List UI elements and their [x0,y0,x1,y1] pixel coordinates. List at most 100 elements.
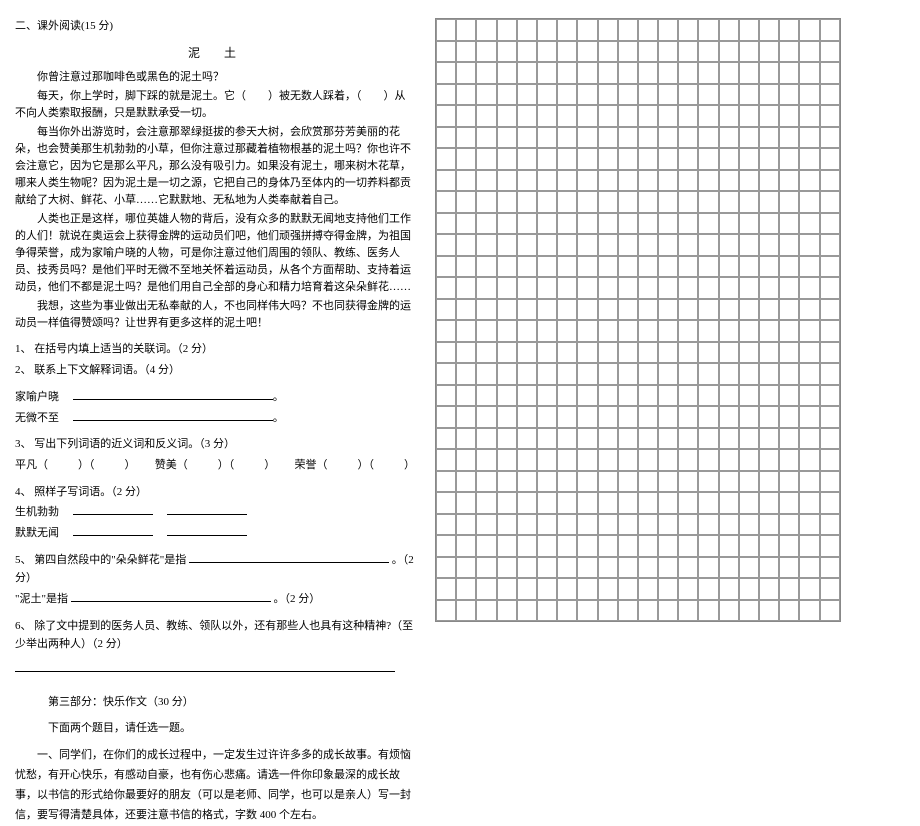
grid-cell[interactable] [759,62,779,84]
grid-cell[interactable] [456,62,476,84]
grid-cell[interactable] [759,406,779,428]
grid-cell[interactable] [698,385,718,407]
grid-cell[interactable] [497,406,517,428]
grid-cell[interactable] [618,127,638,149]
grid-cell[interactable] [517,105,537,127]
grid-cell[interactable] [476,557,496,579]
grid-cell[interactable] [698,428,718,450]
grid-cell[interactable] [517,557,537,579]
grid-cell[interactable] [759,320,779,342]
grid-cell[interactable] [456,148,476,170]
answer-blank[interactable] [167,524,247,536]
grid-cell[interactable] [638,600,658,622]
grid-cell[interactable] [759,471,779,493]
grid-cell[interactable] [436,535,456,557]
grid-cell[interactable] [577,320,597,342]
grid-cell[interactable] [820,342,840,364]
grid-cell[interactable] [598,320,618,342]
grid-cell[interactable] [678,127,698,149]
grid-cell[interactable] [476,127,496,149]
grid-cell[interactable] [476,256,496,278]
grid-cell[interactable] [557,535,577,557]
grid-cell[interactable] [799,84,819,106]
grid-cell[interactable] [598,256,618,278]
grid-cell[interactable] [517,62,537,84]
grid-cell[interactable] [557,578,577,600]
grid-cell[interactable] [598,277,618,299]
grid-cell[interactable] [678,234,698,256]
grid-cell[interactable] [598,41,618,63]
grid-cell[interactable] [436,127,456,149]
grid-cell[interactable] [537,234,557,256]
grid-cell[interactable] [577,428,597,450]
grid-cell[interactable] [658,62,678,84]
grid-cell[interactable] [698,535,718,557]
answer-blank[interactable] [73,503,153,515]
grid-cell[interactable] [618,514,638,536]
grid-cell[interactable] [739,385,759,407]
grid-cell[interactable] [618,600,638,622]
grid-cell[interactable] [799,299,819,321]
grid-cell[interactable] [577,148,597,170]
grid-cell[interactable] [456,385,476,407]
grid-cell[interactable] [456,514,476,536]
grid-cell[interactable] [537,148,557,170]
grid-cell[interactable] [779,127,799,149]
grid-cell[interactable] [497,256,517,278]
grid-cell[interactable] [456,105,476,127]
grid-cell[interactable] [719,557,739,579]
grid-cell[interactable] [638,170,658,192]
grid-cell[interactable] [678,256,698,278]
grid-cell[interactable] [618,170,638,192]
grid-cell[interactable] [456,406,476,428]
grid-cell[interactable] [598,385,618,407]
grid-cell[interactable] [577,62,597,84]
grid-cell[interactable] [476,342,496,364]
grid-cell[interactable] [557,449,577,471]
grid-cell[interactable] [517,600,537,622]
grid-cell[interactable] [557,299,577,321]
grid-cell[interactable] [618,363,638,385]
grid-cell[interactable] [456,342,476,364]
grid-cell[interactable] [799,191,819,213]
grid-cell[interactable] [739,234,759,256]
grid-cell[interactable] [799,535,819,557]
grid-cell[interactable] [739,170,759,192]
grid-cell[interactable] [678,191,698,213]
grid-cell[interactable] [497,471,517,493]
grid-cell[interactable] [698,492,718,514]
grid-cell[interactable] [557,256,577,278]
grid-cell[interactable] [517,385,537,407]
grid-cell[interactable] [820,41,840,63]
grid-cell[interactable] [557,320,577,342]
grid-cell[interactable] [436,342,456,364]
grid-cell[interactable] [476,19,496,41]
grid-cell[interactable] [618,234,638,256]
grid-cell[interactable] [779,363,799,385]
grid-cell[interactable] [799,127,819,149]
grid-cell[interactable] [739,449,759,471]
grid-cell[interactable] [678,277,698,299]
grid-cell[interactable] [618,19,638,41]
grid-cell[interactable] [739,428,759,450]
grid-cell[interactable] [517,514,537,536]
grid-cell[interactable] [658,600,678,622]
grid-cell[interactable] [719,41,739,63]
grid-cell[interactable] [577,84,597,106]
grid-cell[interactable] [537,127,557,149]
grid-cell[interactable] [658,492,678,514]
grid-cell[interactable] [678,41,698,63]
grid-cell[interactable] [779,406,799,428]
grid-cell[interactable] [739,62,759,84]
grid-cell[interactable] [598,62,618,84]
grid-cell[interactable] [537,535,557,557]
grid-cell[interactable] [577,578,597,600]
grid-cell[interactable] [618,320,638,342]
grid-cell[interactable] [678,428,698,450]
grid-cell[interactable] [598,578,618,600]
grid-cell[interactable] [598,557,618,579]
grid-cell[interactable] [719,213,739,235]
grid-cell[interactable] [517,428,537,450]
grid-cell[interactable] [618,342,638,364]
grid-cell[interactable] [537,320,557,342]
